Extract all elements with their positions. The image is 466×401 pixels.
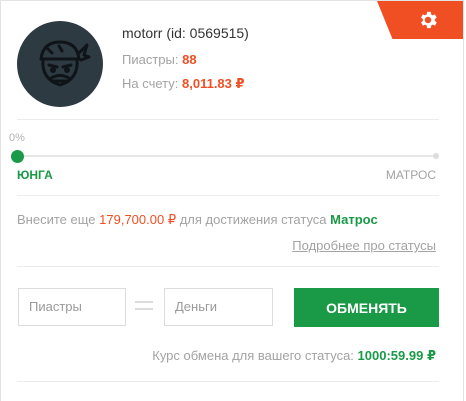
divider	[17, 195, 439, 196]
exchange-button[interactable]: ОБМЕНЯТЬ	[294, 288, 439, 327]
progress-knob	[11, 150, 24, 163]
piastres-value: 88	[182, 52, 197, 67]
deposit-prefix: Внесите еще	[17, 212, 96, 227]
divider	[17, 381, 439, 382]
balance-row: На счету: 8,011.83 ₽	[122, 76, 245, 92]
piastres-input[interactable]: Пиастры	[18, 288, 126, 326]
progress-percent: 0%	[9, 132, 25, 144]
deposit-middle: для достижения статуса	[179, 212, 327, 227]
target-status: Матрос	[330, 212, 378, 227]
statuses-info-link[interactable]: Подробнее про статусы	[292, 238, 436, 253]
equals-icon	[135, 301, 153, 311]
gear-icon	[421, 11, 437, 29]
deposit-amount: 179,700.00 ₽	[99, 212, 177, 227]
pirate-avatar-icon	[39, 40, 91, 87]
divider	[17, 119, 439, 120]
rate-label: Курс обмена для вашего статуса:	[152, 348, 354, 363]
divider	[17, 266, 439, 267]
rate-value: 1000:59.99 ₽	[357, 348, 436, 363]
current-rank: ЮНГА	[17, 168, 53, 182]
progress-end-marker	[433, 153, 439, 159]
piastres-row: Пиастры: 88	[122, 52, 197, 67]
deposit-message: Внесите еще 179,700.00 ₽ для достижения …	[17, 212, 378, 228]
avatar	[17, 21, 103, 107]
next-rank: МАТРОС	[385, 168, 436, 182]
progress-track	[17, 155, 439, 157]
settings-button[interactable]	[377, 1, 463, 39]
balance-label: На счету:	[122, 76, 179, 91]
username: motorr (id: 0569515)	[122, 25, 249, 41]
money-input[interactable]: Деньги	[164, 288, 273, 326]
piastres-label: Пиастры:	[122, 52, 179, 67]
exchange-rate: Курс обмена для вашего статуса: 1000:59.…	[152, 348, 436, 364]
balance-value: 8,011.83 ₽	[182, 76, 245, 91]
status-card: motorr (id: 0569515) Пиастры: 88 На счет…	[0, 0, 464, 401]
